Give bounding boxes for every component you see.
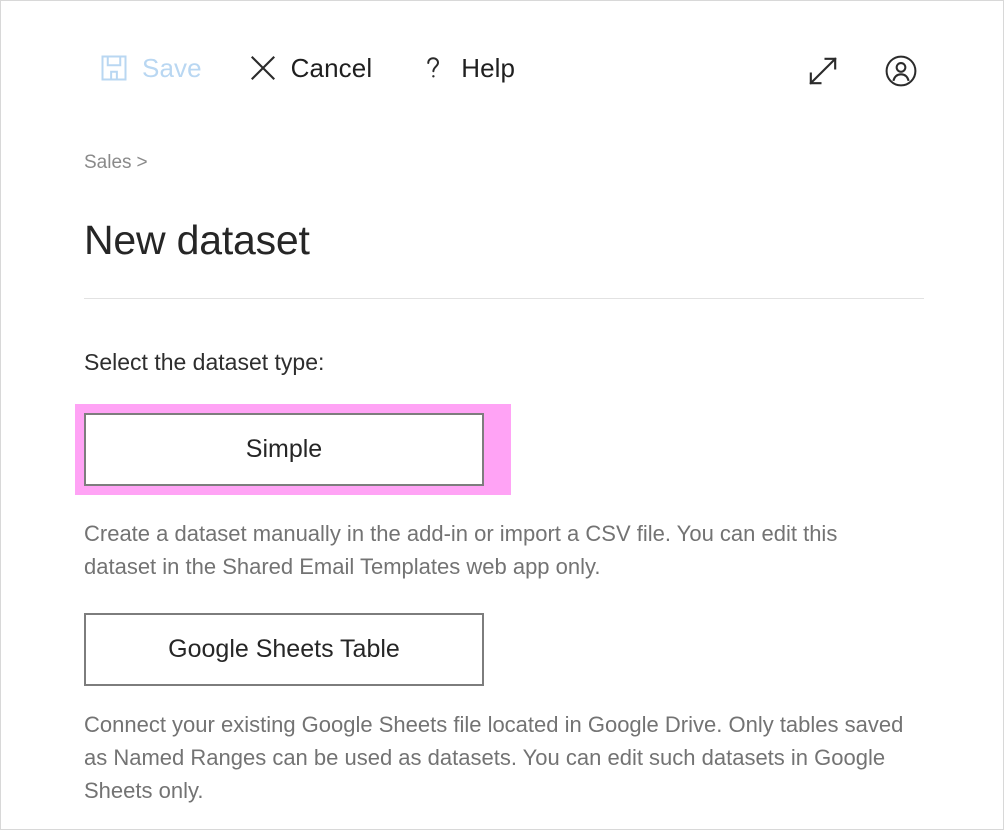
google-sheets-table-description: Connect your existing Google Sheets file… xyxy=(84,712,904,803)
app-window: Save Cancel Help Sales > New dataset Sel… xyxy=(0,0,1004,830)
google-sheets-table-button[interactable]: Google Sheets Table xyxy=(84,613,484,686)
command-bar: Save Cancel Help xyxy=(1,1,1003,131)
account-circle-icon[interactable] xyxy=(883,53,919,89)
command-bar-utilities xyxy=(805,53,919,89)
cancel-button[interactable]: Cancel xyxy=(246,51,373,85)
simple-description: Create a dataset manually in the add-in … xyxy=(84,521,838,579)
simple-button[interactable]: Simple xyxy=(84,413,484,486)
dataset-type-option-google-sheets-table: Google Sheets Table Connect your existin… xyxy=(84,583,924,807)
save-button[interactable]: Save xyxy=(97,51,202,85)
page-content: Sales > New dataset Select the dataset ty… xyxy=(75,153,924,807)
breadcrumb-item-sales[interactable]: Sales xyxy=(84,152,132,173)
title-divider xyxy=(84,298,924,299)
save-label: Save xyxy=(142,53,202,83)
breadcrumb: Sales > xyxy=(84,153,924,172)
breadcrumb-separator: > xyxy=(136,152,148,173)
google-sheets-table-button-wrap: Google Sheets Table xyxy=(84,613,502,686)
expand-diagonal-icon[interactable] xyxy=(805,53,841,89)
dataset-type-option-simple: Simple Create a dataset manually in the … xyxy=(75,374,924,583)
cancel-icon xyxy=(246,51,280,85)
dataset-type-label: Select the dataset type: xyxy=(84,349,325,375)
save-icon xyxy=(97,51,131,85)
help-icon xyxy=(416,51,450,85)
command-bar-actions: Save Cancel Help xyxy=(97,51,559,85)
cancel-label: Cancel xyxy=(290,53,373,83)
help-button[interactable]: Help xyxy=(416,51,515,85)
simple-highlight-outline: Simple xyxy=(75,404,511,495)
page-title: New dataset xyxy=(84,217,310,263)
help-label: Help xyxy=(461,53,516,83)
